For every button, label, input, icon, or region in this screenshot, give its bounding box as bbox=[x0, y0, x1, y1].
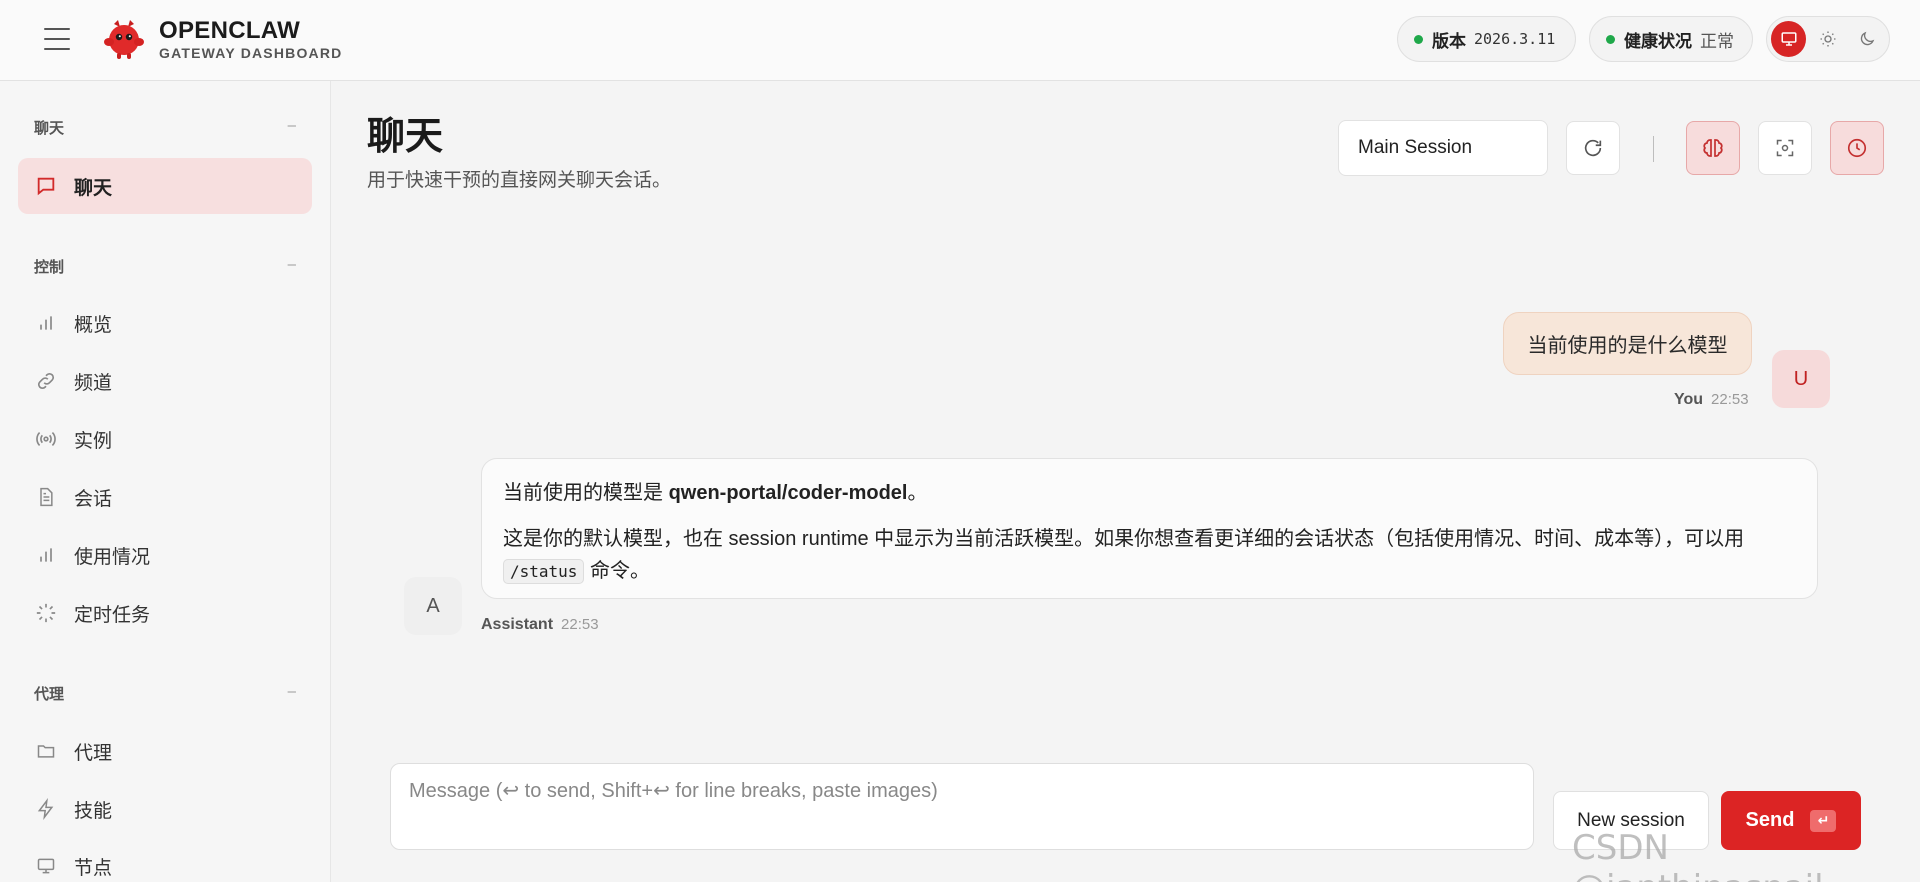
message-time: 22:53 bbox=[1711, 391, 1749, 408]
text-span: 命令。 bbox=[584, 560, 650, 582]
status-dot-icon bbox=[1606, 34, 1615, 44]
sidebar-item-skills[interactable]: 技能 bbox=[18, 781, 312, 837]
message-time: 22:53 bbox=[561, 616, 599, 633]
sidebar-item-overview[interactable]: 概览 bbox=[18, 295, 312, 351]
user-message-bubble: 当前使用的是什么模型 bbox=[1503, 312, 1752, 375]
text-span: 这是你的默认模型，也在 session runtime 中显示为当前活跃模型。如… bbox=[503, 528, 1745, 550]
focus-button[interactable] bbox=[1758, 121, 1812, 175]
theme-light-button[interactable] bbox=[1810, 21, 1845, 57]
section-label: 聊天 bbox=[34, 120, 65, 137]
sidebar-item-sessions[interactable]: 会话 bbox=[18, 469, 312, 525]
sidebar-item-instances[interactable]: 实例 bbox=[18, 411, 312, 467]
collapse-icon[interactable]: – bbox=[288, 683, 296, 704]
health-pill: 健康状况 正常 bbox=[1589, 16, 1753, 62]
broadcast-icon bbox=[36, 432, 56, 446]
bar-chart-icon bbox=[40, 548, 52, 562]
refresh-button[interactable] bbox=[1566, 121, 1620, 175]
lightning-icon bbox=[37, 798, 54, 820]
loader-icon bbox=[36, 603, 56, 623]
collapse-icon[interactable]: – bbox=[288, 256, 296, 277]
sidebar-item-label: 使用情况 bbox=[74, 546, 151, 568]
inline-code: /status bbox=[503, 559, 585, 584]
sidebar-item-label: 聊天 bbox=[74, 177, 113, 199]
message-input[interactable]: Message (↩ to send, Shift+↩ for line bre… bbox=[390, 763, 1534, 850]
text-span: 当前使用的模型是 bbox=[503, 482, 669, 504]
clock-icon bbox=[1847, 138, 1867, 158]
version-value: 2026.3.11 bbox=[1474, 30, 1556, 48]
sun-icon bbox=[1820, 31, 1836, 47]
link-icon bbox=[37, 372, 55, 390]
brain-icon bbox=[1703, 139, 1723, 157]
sidebar-item-nodes[interactable]: 节点 bbox=[18, 838, 312, 882]
message-author: Assistant bbox=[481, 616, 554, 633]
sidebar-item-label: 节点 bbox=[74, 857, 113, 879]
page-title: 聊天 bbox=[367, 116, 444, 158]
history-toggle-button[interactable] bbox=[1830, 121, 1884, 175]
openclaw-logo bbox=[104, 20, 144, 59]
sidebar-item-label: 概览 bbox=[74, 314, 113, 336]
brand: OPENCLAW GATEWAY DASHBOARD bbox=[159, 17, 343, 62]
model-name: qwen-portal/coder-model bbox=[668, 482, 908, 504]
health-label: 健康状况 bbox=[1624, 31, 1692, 51]
sidebar-item-agents[interactable]: 代理 bbox=[18, 723, 312, 779]
assistant-avatar: A bbox=[404, 577, 462, 635]
version-label: 版本 bbox=[1432, 31, 1466, 51]
menu-icon[interactable] bbox=[44, 28, 70, 50]
user-avatar: U bbox=[1772, 350, 1830, 408]
theme-dark-button[interactable] bbox=[1850, 21, 1885, 57]
status-dot-icon bbox=[1414, 34, 1423, 44]
sidebar-item-cron[interactable]: 定时任务 bbox=[18, 585, 312, 641]
refresh-icon bbox=[1584, 139, 1602, 157]
brand-title: OPENCLAW bbox=[159, 17, 301, 44]
message-icon bbox=[37, 177, 55, 196]
sidebar-section-chat[interactable]: 聊天 – bbox=[34, 117, 296, 138]
sidebar-item-label: 代理 bbox=[74, 742, 113, 764]
section-label: 控制 bbox=[34, 259, 65, 276]
assistant-paragraph-1: 当前使用的模型是 qwen-portal/coder-model。 bbox=[503, 477, 1796, 509]
page-subtitle: 用于快速干预的直接网关聊天会话。 bbox=[367, 170, 672, 191]
focus-icon bbox=[1776, 139, 1794, 157]
bar-chart-icon bbox=[40, 316, 52, 330]
document-icon bbox=[40, 487, 53, 507]
message-author: You bbox=[1674, 391, 1704, 408]
assistant-message-bubble: 当前使用的模型是 qwen-portal/coder-model。 这是你的默认… bbox=[481, 458, 1818, 599]
text-span: 。 bbox=[907, 482, 928, 504]
health-value: 正常 bbox=[1700, 31, 1734, 51]
moon-icon bbox=[1861, 31, 1875, 46]
assistant-paragraph-2: 这是你的默认模型，也在 session runtime 中显示为当前活跃模型。如… bbox=[503, 523, 1796, 588]
sidebar-item-label: 技能 bbox=[74, 800, 113, 822]
monitor-icon bbox=[1781, 32, 1797, 46]
sidebar-item-label: 定时任务 bbox=[74, 604, 151, 626]
sidebar: 聊天 – 聊天 控制 – 概览 频道 实例 会话 使用情况 定时任务 代理 – … bbox=[0, 81, 331, 882]
version-pill: 版本 2026.3.11 bbox=[1397, 16, 1576, 62]
brand-subtitle: GATEWAY DASHBOARD bbox=[159, 45, 343, 61]
theme-switcher bbox=[1766, 16, 1890, 62]
monitor-icon bbox=[37, 858, 55, 874]
collapse-icon[interactable]: – bbox=[288, 117, 296, 138]
sidebar-section-control[interactable]: 控制 – bbox=[34, 256, 296, 277]
sidebar-item-chat[interactable]: 聊天 bbox=[18, 158, 312, 214]
toolbar-divider bbox=[1653, 136, 1654, 162]
theme-system-button[interactable] bbox=[1771, 21, 1807, 57]
folder-icon bbox=[37, 745, 55, 758]
watermark: CSDN @janthinasnail bbox=[1572, 828, 1824, 882]
sidebar-item-label: 实例 bbox=[74, 430, 113, 452]
sidebar-item-label: 会话 bbox=[74, 488, 113, 510]
user-message-meta: You 22:53 bbox=[1674, 391, 1749, 409]
thinking-toggle-button[interactable] bbox=[1686, 121, 1740, 175]
assistant-message-meta: Assistant 22:53 bbox=[481, 616, 599, 634]
sidebar-item-label: 频道 bbox=[74, 372, 113, 394]
sidebar-item-channels[interactable]: 频道 bbox=[18, 353, 312, 409]
top-bar: OPENCLAW GATEWAY DASHBOARD 版本 2026.3.11 … bbox=[0, 0, 1920, 81]
section-label: 代理 bbox=[34, 686, 65, 703]
sidebar-section-agents[interactable]: 代理 – bbox=[34, 683, 296, 704]
sidebar-item-usage[interactable]: 使用情况 bbox=[18, 527, 312, 583]
session-select[interactable]: Main Session bbox=[1338, 120, 1548, 176]
